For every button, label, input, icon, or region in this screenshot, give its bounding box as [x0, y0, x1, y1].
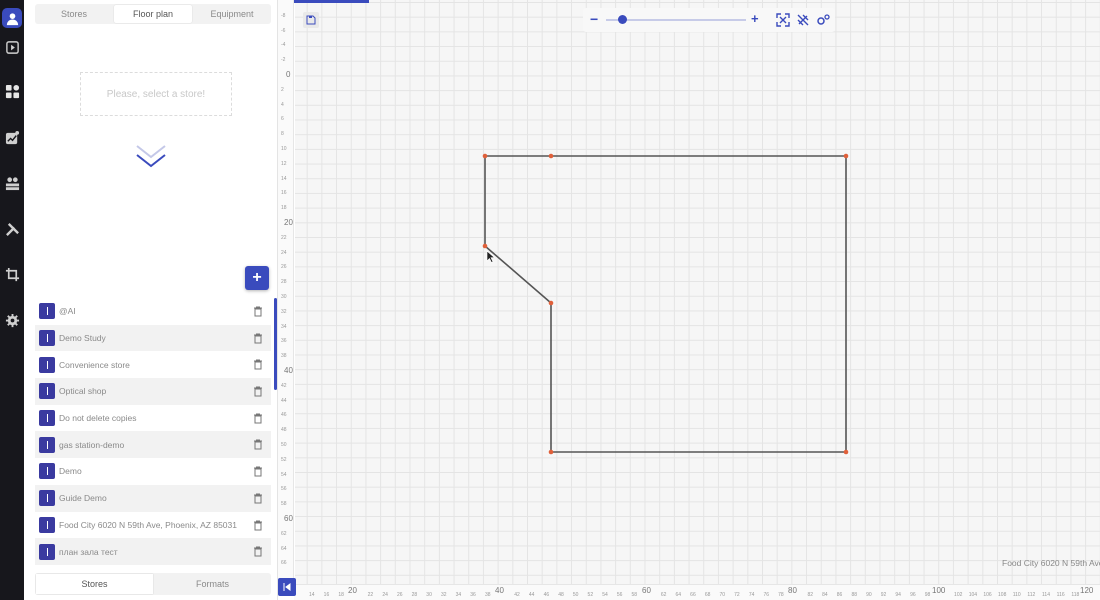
vertex-handle[interactable]	[548, 300, 554, 306]
room-polygon[interactable]	[484, 155, 847, 453]
vertex-handle[interactable]	[843, 153, 849, 159]
vertex-handle[interactable]	[482, 243, 488, 249]
collapse-left-icon	[283, 583, 291, 591]
vertex-handle[interactable]	[843, 449, 849, 455]
vertex-handle[interactable]	[482, 153, 488, 159]
vertex-handle[interactable]	[548, 153, 554, 159]
store-label-text: Food City 6020 N 59th Ave, Phoenix, AZ 8…	[1002, 558, 1100, 568]
floor-plan-outline	[482, 153, 849, 455]
current-store-label: Food City 6020 N 59th Ave, Phoenix, AZ 8…	[998, 556, 1100, 570]
collapse-panel-button[interactable]	[278, 578, 296, 596]
vertex-handle[interactable]	[548, 449, 554, 455]
